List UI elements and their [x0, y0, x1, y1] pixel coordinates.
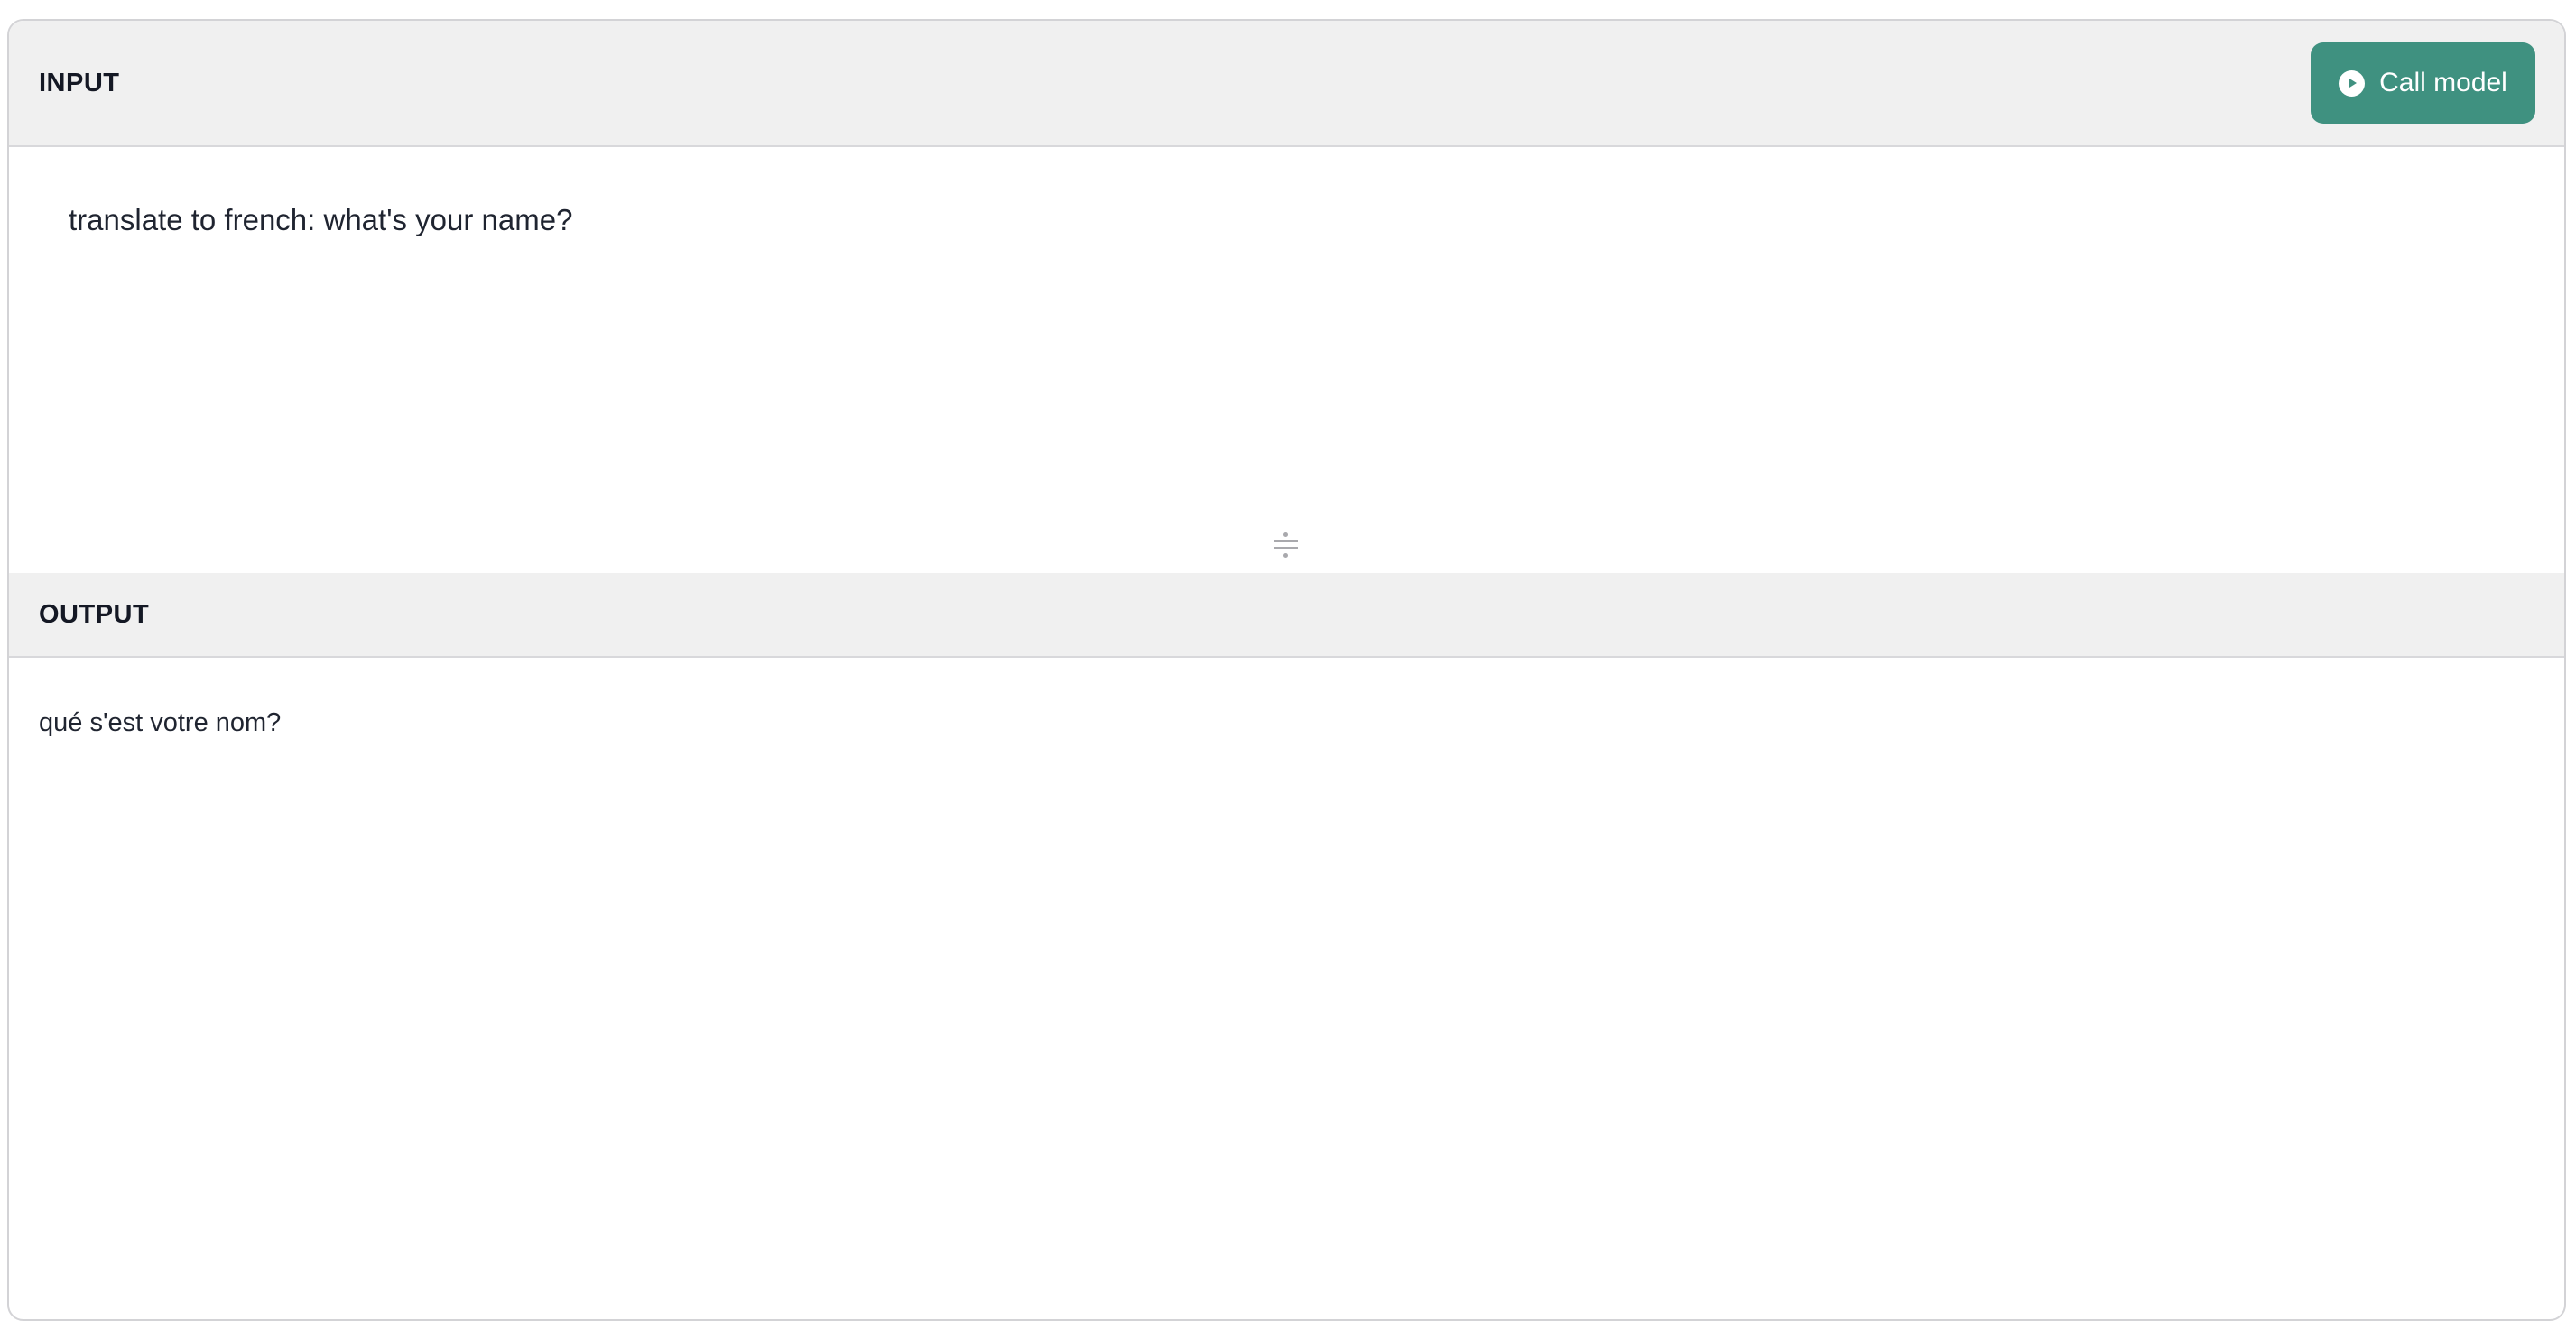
call-model-button[interactable]: Call model: [2311, 42, 2535, 124]
input-text-area[interactable]: translate to french: what's your name?: [9, 147, 2564, 573]
output-text: qué s'est votre nom?: [39, 708, 282, 737]
output-header: OUTPUT: [9, 573, 2564, 658]
call-model-button-label: Call model: [2379, 68, 2507, 97]
output-section-label: OUTPUT: [39, 600, 150, 629]
resize-handle-icon[interactable]: [1273, 531, 1300, 559]
model-playground-panel: INPUT Call model translate to french: wh…: [7, 19, 2566, 1321]
output-area: qué s'est votre nom?: [9, 658, 2564, 1319]
input-header: INPUT Call model: [9, 21, 2564, 147]
input-text[interactable]: translate to french: what's your name?: [69, 203, 572, 237]
play-circle-icon: [2339, 69, 2366, 97]
input-section-label: INPUT: [39, 69, 120, 97]
